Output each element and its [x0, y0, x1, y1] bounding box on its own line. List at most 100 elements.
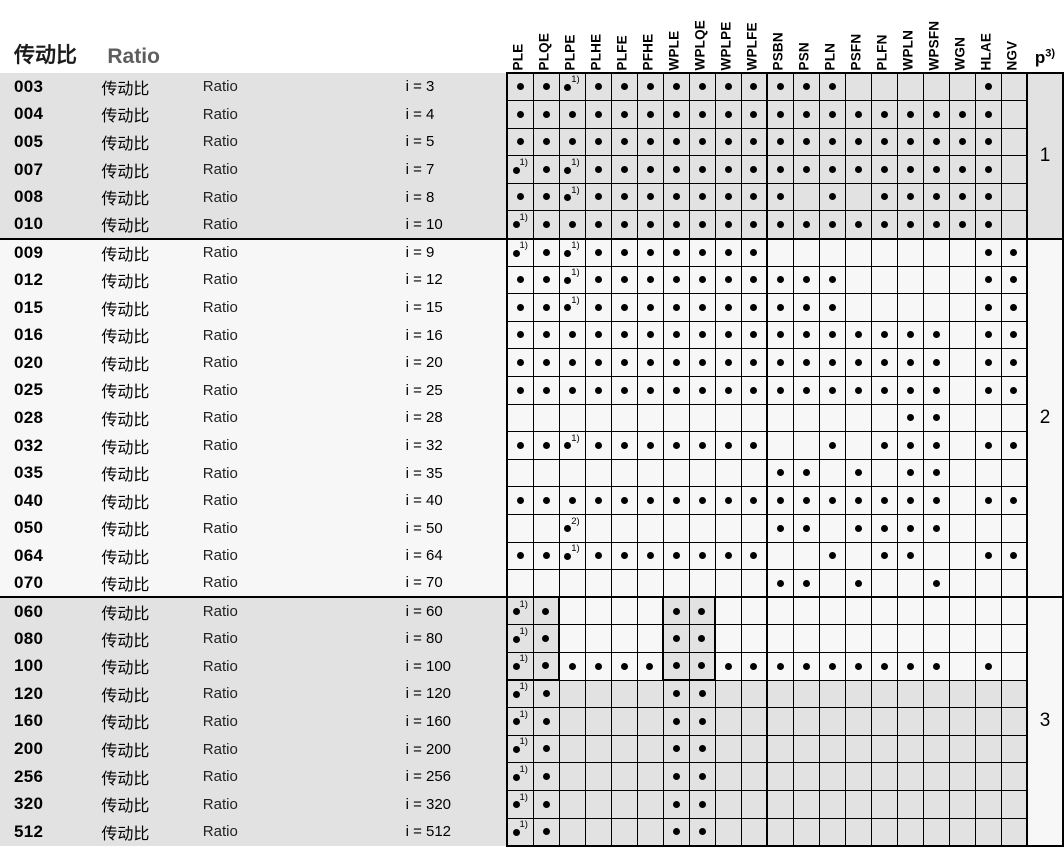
availability-dot: [672, 359, 680, 366]
availability-dot: [776, 579, 784, 587]
availability-cell: [922, 762, 950, 791]
availability-cell: [688, 183, 716, 212]
availability-cell: [532, 237, 560, 267]
availability-cell: [818, 596, 846, 626]
ratio-label-en: Ratio: [202, 514, 305, 543]
availability-cell: [974, 514, 1002, 543]
availability-cell: [610, 100, 638, 129]
availability-cell: [974, 542, 1002, 571]
availability-cell: [584, 431, 612, 460]
availability-cell: [870, 735, 898, 764]
availability-dot: [984, 193, 992, 201]
availability-cell: [948, 818, 976, 847]
availability-cell: [688, 404, 716, 433]
availability-cell: [896, 707, 924, 736]
availability-dot: [542, 607, 550, 615]
availability-dot: [568, 359, 576, 366]
availability-cell: [922, 266, 950, 295]
availability-cell: [662, 293, 690, 322]
availability-dot: [1010, 248, 1018, 256]
availability-dot: [594, 193, 602, 201]
availability-dot: [594, 386, 602, 394]
availability-footnote-marker: 1): [571, 239, 580, 251]
ratio-label-cn: 传动比: [101, 73, 203, 101]
availability-cell: [766, 183, 794, 212]
availability-cell: [844, 459, 872, 488]
availability-cell: [506, 459, 534, 488]
row-spacer: [304, 376, 406, 405]
ratio-label-en: Ratio: [202, 486, 305, 515]
availability-cell: [532, 210, 560, 240]
column-header-wplfe: WPLFE: [741, 0, 767, 73]
availability-dot: [542, 745, 550, 753]
availability-cell: [766, 266, 794, 295]
availability-dot: [512, 691, 520, 699]
availability-cell: [610, 72, 638, 102]
ratio-value: i = 512: [405, 818, 507, 846]
header-value-spacer: [405, 0, 507, 73]
availability-dot: [620, 441, 628, 449]
availability-cell: [896, 237, 924, 267]
availability-cell: [714, 128, 742, 157]
availability-dot: [906, 193, 914, 201]
availability-dot: [1010, 441, 1018, 449]
availability-dot: [620, 496, 628, 504]
table-row: 512 传动比 Ratio i = 512 1): [0, 818, 1063, 847]
availability-cell: [740, 790, 768, 819]
availability-dot: [594, 248, 602, 256]
ratio-code: 100: [0, 652, 102, 681]
column-header-label: PLFE: [614, 34, 630, 70]
availability-cell: [922, 348, 950, 378]
availability-dot: [750, 331, 758, 339]
availability-cell: [662, 624, 690, 653]
availability-cell: [532, 707, 560, 736]
availability-dot: [594, 165, 602, 173]
availability-cell: [558, 735, 586, 764]
column-header-label: HLAE: [978, 32, 994, 70]
availability-cell: [688, 707, 716, 736]
group-number: 3: [1027, 596, 1064, 847]
availability-cell: [714, 237, 742, 267]
availability-dot: [698, 248, 706, 256]
availability-cell: [636, 542, 664, 571]
availability-dot: [646, 496, 654, 504]
p-label: p: [1034, 48, 1046, 67]
availability-cell: [974, 128, 1002, 157]
availability-dot: [776, 83, 784, 91]
availability-dot: [958, 138, 966, 146]
availability-cell: [688, 735, 716, 764]
ratio-label-cn: 传动比: [101, 459, 203, 487]
row-spacer: [304, 514, 406, 543]
availability-cell: [740, 735, 768, 764]
availability-cell: [844, 762, 872, 791]
availability-cell: [506, 514, 534, 543]
availability-dot: [854, 220, 862, 228]
availability-dot: [620, 276, 628, 284]
availability-dot: [932, 386, 940, 394]
availability-dot: [906, 441, 914, 449]
availability-cell: [1000, 210, 1028, 240]
availability-dot: [724, 303, 732, 311]
title-en-text: Ratio: [107, 45, 160, 68]
availability-cell: [818, 72, 846, 102]
ratio-label-cn: 传动比: [101, 486, 203, 515]
availability-cell: [1000, 735, 1028, 764]
availability-dot: [958, 110, 966, 118]
availability-cell: [792, 321, 820, 350]
availability-dot: [932, 331, 940, 339]
availability-footnote-marker: 1): [571, 184, 580, 196]
ratio-code: 035: [0, 459, 102, 487]
availability-cell: [844, 404, 872, 433]
availability-dot: [672, 717, 680, 725]
column-header-label: PSBN: [770, 31, 786, 70]
availability-dot: [620, 552, 628, 560]
availability-dot: [828, 662, 836, 670]
availability-dot: [594, 276, 602, 284]
availability-cell: [532, 542, 560, 571]
availability-cell: [922, 183, 950, 212]
availability-cell: [844, 128, 872, 157]
availability-footnote-marker: 1): [519, 736, 528, 748]
availability-dot: [724, 276, 732, 284]
availability-cell: [558, 321, 586, 350]
availability-dot: [932, 138, 940, 146]
